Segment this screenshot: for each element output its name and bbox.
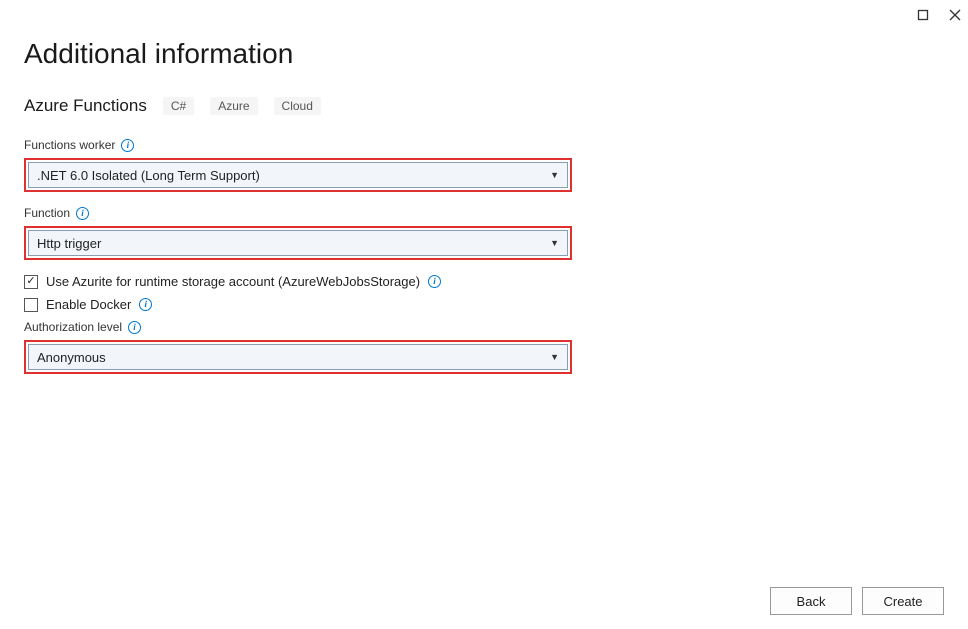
info-icon[interactable]: i — [76, 207, 89, 220]
info-icon[interactable]: i — [121, 139, 134, 152]
azurite-checkbox-row: ✓ Use Azurite for runtime storage accoun… — [24, 274, 944, 289]
functions-worker-dropdown[interactable]: .NET 6.0 Isolated (Long Term Support) ▼ — [28, 162, 568, 188]
azurite-label: Use Azurite for runtime storage account … — [46, 274, 420, 289]
tag-azure: Azure — [210, 97, 257, 115]
tag-csharp: C# — [163, 97, 194, 115]
docker-checkbox-row: Enable Docker i — [24, 297, 944, 312]
function-label: Function i — [24, 206, 944, 220]
create-button[interactable]: Create — [862, 587, 944, 615]
chevron-down-icon: ▼ — [550, 170, 559, 180]
function-label-text: Function — [24, 206, 70, 220]
info-icon[interactable]: i — [128, 321, 141, 334]
window-titlebar — [916, 0, 968, 30]
maximize-icon — [917, 9, 929, 21]
auth-level-highlight: Anonymous ▼ — [24, 340, 572, 374]
docker-checkbox[interactable] — [24, 298, 38, 312]
auth-level-label: Authorization level i — [24, 320, 944, 334]
chevron-down-icon: ▼ — [550, 238, 559, 248]
auth-level-value: Anonymous — [37, 350, 106, 365]
functions-worker-value: .NET 6.0 Isolated (Long Term Support) — [37, 168, 260, 183]
info-icon[interactable]: i — [428, 275, 441, 288]
close-button[interactable] — [948, 8, 962, 22]
tag-cloud: Cloud — [274, 97, 321, 115]
functions-worker-label: Functions worker i — [24, 138, 944, 152]
docker-label: Enable Docker — [46, 297, 131, 312]
info-icon[interactable]: i — [139, 298, 152, 311]
dialog-content: Additional information Azure Functions C… — [0, 0, 968, 374]
function-value: Http trigger — [37, 236, 101, 251]
subtitle-row: Azure Functions C# Azure Cloud — [24, 96, 944, 116]
auth-level-label-text: Authorization level — [24, 320, 122, 334]
template-name: Azure Functions — [24, 96, 147, 116]
maximize-button[interactable] — [916, 8, 930, 22]
close-icon — [949, 9, 961, 21]
azurite-checkbox[interactable]: ✓ — [24, 275, 38, 289]
functions-worker-label-text: Functions worker — [24, 138, 115, 152]
back-button[interactable]: Back — [770, 587, 852, 615]
auth-level-dropdown[interactable]: Anonymous ▼ — [28, 344, 568, 370]
chevron-down-icon: ▼ — [550, 352, 559, 362]
functions-worker-highlight: .NET 6.0 Isolated (Long Term Support) ▼ — [24, 158, 572, 192]
dialog-footer: Back Create — [770, 587, 944, 615]
function-highlight: Http trigger ▼ — [24, 226, 572, 260]
page-title: Additional information — [24, 38, 944, 70]
function-dropdown[interactable]: Http trigger ▼ — [28, 230, 568, 256]
